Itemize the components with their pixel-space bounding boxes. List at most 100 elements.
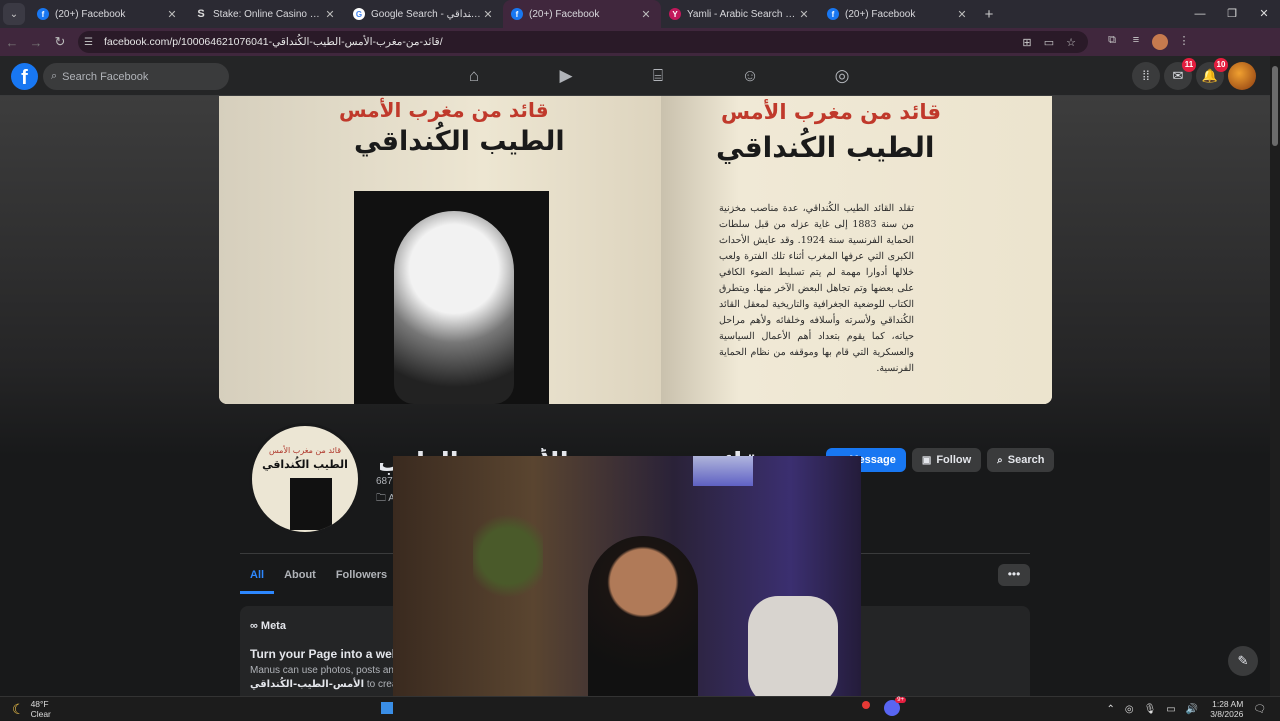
url-text: facebook.com/p/قائد-من-مغرب-الأمس-الطيب-… <box>104 36 443 48</box>
book-portrait <box>354 191 549 404</box>
webcam-overlay <box>393 456 861 720</box>
tab-search-button[interactable]: ⌄ <box>3 3 25 25</box>
window-controls: — ❐ ✕ <box>1184 0 1280 28</box>
profile-avatar[interactable] <box>1152 34 1168 50</box>
follow-icon: ▣ <box>921 454 932 466</box>
book-description: تقلد القائد الطيب الكُنداقي، عدة مناصب م… <box>719 203 914 374</box>
marketplace-icon[interactable]: ⌸ <box>612 56 704 96</box>
time: 1:28 AM <box>1212 699 1244 709</box>
book-title-red: قائد من مغرب الأمس <box>339 98 549 122</box>
browser-tab-active[interactable]: f (20+) Facebook ✕ <box>503 0 661 28</box>
book-title-black: الطيب الكُنداقي <box>716 131 935 164</box>
page-actions: ✉Message ▣Follow ⌕Search <box>826 448 1060 472</box>
cover-photo[interactable]: قائد من مغرب الأمس الطيب الكُنداقي قائد … <box>219 96 1052 404</box>
new-tab-button[interactable]: + <box>977 6 1001 23</box>
system-tray: ⌃ ◎ 🎙 ▭ 🔊 1:28 AM 3/8/2026 🗨 <box>1096 697 1266 721</box>
facebook-icon: f <box>37 8 49 20</box>
discord-icon[interactable]: 9+ <box>884 697 906 716</box>
close-icon[interactable]: ✕ <box>165 8 179 21</box>
volume-icon[interactable]: 🔊 <box>1186 704 1198 715</box>
facebook-icon: f <box>827 8 839 20</box>
video-icon[interactable]: ▶ <box>520 56 612 96</box>
bookmark-star-icon[interactable]: ☆ <box>1060 36 1082 49</box>
menu-icon[interactable]: ⋮ <box>1172 34 1196 50</box>
meta-text: Meta <box>260 620 286 632</box>
weather-widget[interactable]: ☾ 48°F Clear <box>12 697 51 721</box>
account-avatar[interactable] <box>1228 62 1256 90</box>
headset-icon[interactable]: ◎ <box>1125 704 1134 715</box>
groups-icon[interactable]: ☺ <box>704 56 796 96</box>
search-input[interactable] <box>62 70 213 83</box>
search-button[interactable]: ⌕ Search <box>987 448 1055 472</box>
browser-toolbar: ← → ↻ ☰ facebook.com/p/قائد-من-مغرب-الأم… <box>0 28 1280 56</box>
tab-title: (20+) Facebook <box>529 8 600 20</box>
notification-center-icon[interactable]: 🗨 <box>1253 704 1266 715</box>
home-icon[interactable]: ⌂ <box>428 56 520 96</box>
microphone-icon[interactable]: 🎙 <box>1144 704 1157 715</box>
follow-label: Follow <box>936 454 972 466</box>
gaming-icon[interactable]: ◎ <box>796 56 888 96</box>
windows-start-icon[interactable] <box>381 702 393 714</box>
tab-title: Yamli - Arabic Search Engine an <box>687 8 797 20</box>
messenger-badge: 11 <box>1182 58 1196 72</box>
close-icon[interactable]: ✕ <box>639 8 653 21</box>
profile-picture[interactable]: قائد من مغرب الأمس الطيب الكُنداقي <box>249 423 361 535</box>
reload-icon[interactable]: ↻ <box>48 34 72 50</box>
site-info-icon[interactable]: ☰ <box>84 37 98 48</box>
discord-badge: 9+ <box>895 697 906 703</box>
search-label: Search <box>1007 454 1045 466</box>
browser-tab[interactable]: G Google Search - لقايد لقنداقي ✕ <box>345 0 503 28</box>
clock[interactable]: 1:28 AM 3/8/2026 <box>1210 699 1243 719</box>
extensions-icon[interactable]: ⧉ <box>1100 34 1124 50</box>
compose-icon[interactable]: ✎ <box>1228 646 1258 676</box>
facebook-account-controls: ⁞⁞ ✉ 11 🔔 10 <box>1128 58 1256 90</box>
cast-icon[interactable]: ▭ <box>1038 36 1060 49</box>
browser-tab[interactable]: Y Yamli - Arabic Search Engine an ✕ <box>661 0 819 28</box>
browser-tab[interactable]: S Stake: Online Casino & Sports ✕ <box>187 0 345 28</box>
search-icon: ⌕ <box>51 70 58 82</box>
facebook-search[interactable]: ⌕ <box>43 63 229 90</box>
browser-tab[interactable]: f (20+) Facebook ✕ <box>819 0 977 28</box>
card-title: Turn your Page into a websi <box>250 647 410 661</box>
browser-tab[interactable]: f (20+) Facebook ✕ <box>29 0 187 28</box>
minimize-icon[interactable]: — <box>1184 0 1216 28</box>
follow-button[interactable]: ▣ Follow <box>911 448 982 472</box>
translate-icon[interactable]: ⊞ <box>1016 36 1038 49</box>
page-scrollbar[interactable] <box>1270 56 1280 696</box>
close-window-icon[interactable]: ✕ <box>1248 0 1280 28</box>
book-title-red: قائد من مغرب الأمس <box>721 100 942 124</box>
tab-all[interactable]: All <box>240 562 275 594</box>
menu-grid-icon[interactable]: ⁞⁞ <box>1132 62 1160 90</box>
facebook-logo-icon[interactable]: f <box>11 63 38 90</box>
yamli-icon: Y <box>669 8 681 20</box>
notifications-badge: 10 <box>1214 58 1228 72</box>
book-title-black: الطيب الكُنداقي <box>354 126 565 157</box>
stake-icon: S <box>197 8 205 20</box>
address-bar[interactable]: ☰ facebook.com/p/قائد-من-مغرب-الأمس-الطي… <box>78 31 1088 53</box>
facebook-main-nav: ⌂ ▶ ⌸ ☺ ◎ <box>428 56 888 96</box>
notifications-icon[interactable]: 🔔 10 <box>1196 58 1228 90</box>
close-icon[interactable]: ✕ <box>955 8 969 21</box>
chevron-up-icon[interactable]: ⌃ <box>1106 704 1114 715</box>
tab-about[interactable]: About <box>274 562 326 594</box>
tab-title: (20+) Facebook <box>55 8 126 20</box>
close-icon[interactable]: ✕ <box>481 8 495 21</box>
taskbar: ☾ 48°F Clear 9+ ⌃ ◎ 🎙 ▭ 🔊 1:28 AM 3/8/20… <box>0 696 1280 720</box>
back-icon[interactable]: ← <box>0 35 24 50</box>
card-subtitle-2: الأمس-الطيب-الكُنداقي to create a <box>250 679 414 690</box>
browser-tab-strip: ⌄ f (20+) Facebook ✕ S Stake: Online Cas… <box>0 0 1280 28</box>
weather-temp: 48°F <box>30 699 49 709</box>
notification-dot-icon <box>862 701 870 709</box>
followers-count[interactable]: 687 <box>376 476 393 487</box>
streamer-video <box>588 536 698 720</box>
tab-followers[interactable]: Followers <box>326 562 397 594</box>
more-options-button[interactable]: ••• <box>998 564 1030 586</box>
network-icon[interactable]: ▭ <box>1166 704 1175 715</box>
book-left-page: قائد من مغرب الأمس الطيب الكُنداقي <box>219 96 661 404</box>
forward-icon[interactable]: → <box>24 35 48 50</box>
close-icon[interactable]: ✕ <box>323 8 337 21</box>
reading-list-icon[interactable]: ≡ <box>1124 34 1148 50</box>
close-icon[interactable]: ✕ <box>797 8 811 21</box>
messenger-icon[interactable]: ✉ 11 <box>1164 58 1196 90</box>
restore-icon[interactable]: ❐ <box>1216 0 1248 28</box>
